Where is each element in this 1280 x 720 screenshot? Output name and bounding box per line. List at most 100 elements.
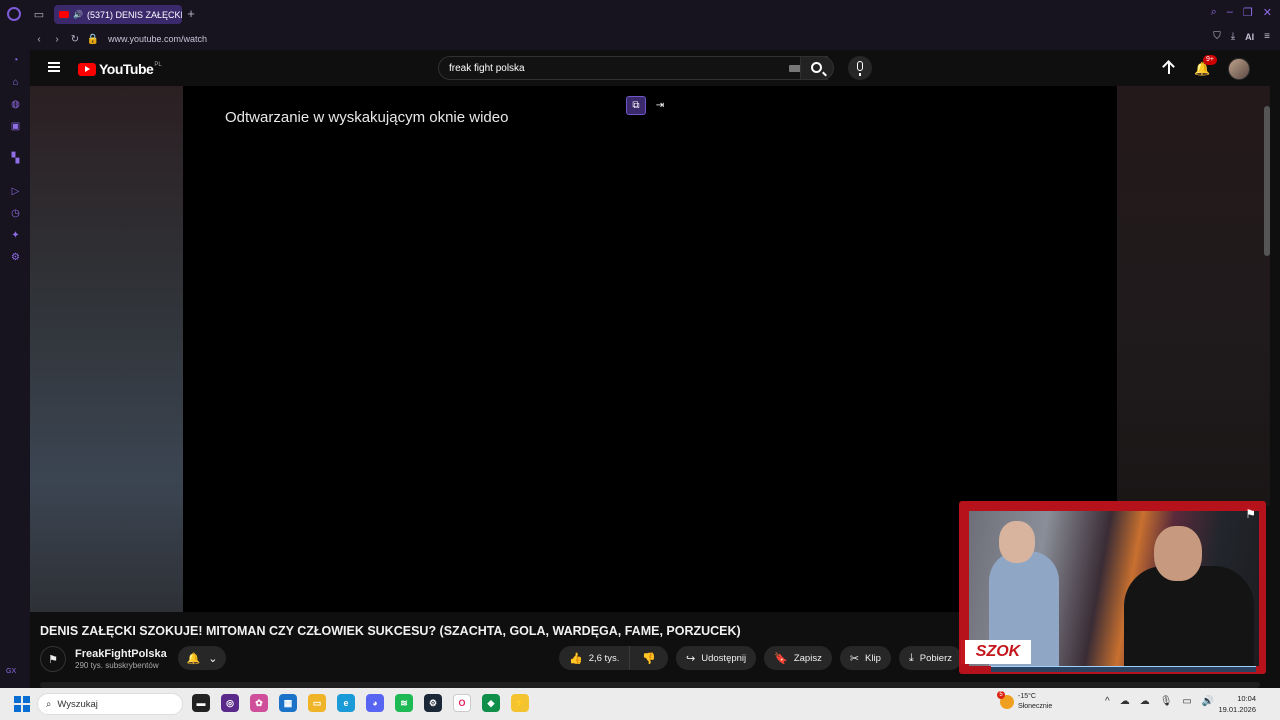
person-left-head [999,521,1035,563]
player-icon[interactable]: ▷ [10,186,21,197]
bell-icon: 🔔 [186,652,201,665]
app-green-icon[interactable]: ◆ [482,694,500,712]
save-button[interactable]: 🔖 Zapisz [764,646,832,670]
extensions-icon[interactable]: ✦ [10,230,21,241]
instagram-icon[interactable]: ◎ [221,694,239,712]
pip-mini-player[interactable]: ⚑ SZOK [959,501,1266,674]
windows-taskbar: ⌕ Wyszukaj ▬ ◎ ✿ ▦ ▭ e ◕ ≋ ⚙ O ◆ ⚡ 5 -15… [0,688,1280,720]
file-explorer-icon[interactable]: ▭ [308,694,326,712]
pip-return-icon[interactable]: ⇥ [650,96,670,115]
person-right-head [1154,526,1202,581]
like-dislike-group: 👍 2,6 tys. 👎 [559,646,669,670]
youtube-wordmark: YouTube [99,61,154,77]
speaker-icon[interactable]: 🔊 [73,10,83,19]
weather-widget[interactable]: 5 -15°C Słonecznie [997,691,1052,712]
weather-temp: -15°C [1018,693,1036,700]
lock-icon[interactable]: 🔒 [84,34,102,45]
download-icon[interactable]: ⤓ [1231,31,1235,42]
overlay-caption: SZOK [961,640,1031,664]
browser-tab-bar: ▭ 🔊 (5371) DENIS ZAŁĘCKI + ⌕ – ❐ ✕ [0,0,1280,28]
browser-tab-active[interactable]: 🔊 (5371) DENIS ZAŁĘCKI [54,5,182,24]
url-field[interactable]: www.youtube.com/watch [108,34,207,44]
search-tabs-icon[interactable]: ⌕ [1211,6,1217,19]
download-button[interactable]: ⤓ Pobierz [898,646,962,670]
opera-logo-icon[interactable] [0,0,28,28]
search-button[interactable] [800,56,834,80]
download-label: Pobierz [919,652,952,664]
video-title: DENIS ZAŁĘCKI SZOKUJE! MITOMAN CZY CZŁOW… [40,624,741,638]
address-bar-actions: ⛉ ⤓ AI ≡ [1213,31,1270,42]
thumbs-up-icon: 👍 [569,652,583,665]
microphone-tray-icon[interactable]: 🎙 [1160,696,1173,707]
discord-icon[interactable]: ◕ [366,694,384,712]
close-window-button[interactable]: ✕ [1263,6,1272,19]
new-tab-button[interactable]: + [184,6,198,22]
copilot-icon[interactable]: ✿ [250,694,268,712]
channel-avatar[interactable]: ⚑ [40,646,66,672]
channel-name[interactable]: FreakFightPolska [75,648,167,660]
clip-label: Klip [865,652,881,664]
task-view-icon[interactable]: ▬ [192,694,210,712]
forward-icon[interactable]: › [48,34,66,45]
network-icon[interactable]: ▭ [1182,696,1191,707]
player-message: Odtwarzanie w wyskakującym oknie wideo [225,109,509,126]
page-scrollbar[interactable] [1264,106,1270,256]
chevron-down-icon: ⌄ [208,652,218,665]
onedrive-icon[interactable]: ☁ [1120,696,1130,707]
steam-icon[interactable]: ⚙ [424,694,442,712]
youtube-logo[interactable]: YouTube PL [78,61,162,77]
upload-icon[interactable] [1162,61,1176,77]
menu-icon[interactable]: ≡ [1264,31,1270,42]
tab-title: (5371) DENIS ZAŁĘCKI [86,9,182,20]
channel-watermark-icon: ⚑ [1245,507,1256,521]
weather-badge: 5 [997,691,1005,699]
ai-button[interactable]: AI [1245,32,1254,42]
microphone-icon [857,61,863,76]
like-button[interactable]: 👍 2,6 tys. [559,646,631,670]
account-avatar[interactable] [1228,58,1250,80]
cloud-icon[interactable]: ☁ [1140,696,1150,707]
minimize-button[interactable]: – [1227,6,1233,19]
maximize-button[interactable]: ❐ [1243,6,1253,19]
vpn-icon[interactable]: ⛉ [1213,31,1221,42]
opera-gx-icon[interactable]: O [453,694,471,712]
volume-icon[interactable]: 🔊 [1202,696,1214,707]
history-icon[interactable]: ◷ [10,208,21,219]
search-input[interactable]: freak fight polska ✕ [438,56,828,80]
music-icon[interactable]: ▣ [10,121,21,132]
start-button[interactable] [11,693,33,715]
edge-icon[interactable]: e [337,694,355,712]
search-icon: ⌕ [46,698,52,710]
app-yellow-icon[interactable]: ⚡ [511,694,529,712]
taskbar-search-placeholder: Wyszukaj [57,698,98,710]
dislike-button[interactable]: 👎 [630,646,669,670]
store-icon[interactable]: ▦ [279,694,297,712]
gx-corner-icon[interactable]: ⌂ [10,77,21,88]
messenger-icon[interactable]: ◍ [10,99,21,110]
twitch-icon[interactable]: ▚ [10,153,21,164]
taskbar-search[interactable]: ⌕ Wyszukaj [37,693,183,715]
screen: ▭ 🔊 (5371) DENIS ZAŁĘCKI + ⌕ – ❐ ✕ ‹ › ↻… [0,0,1280,720]
youtube-header: YouTube PL freak fight polska ✕ 🔔9+ [30,50,1270,86]
address-bar: ‹ › ↻ 🔒 www.youtube.com/watch ⛉ ⤓ AI ≡ [0,28,1280,50]
notifications-bell-icon[interactable]: 🔔 9+ [1194,55,1217,77]
settings-icon[interactable]: ⚙ [10,252,21,263]
guide-menu-icon[interactable] [48,62,60,72]
tab-island-icon[interactable]: ▭ [28,0,50,28]
voice-search-button[interactable] [848,56,872,80]
share-button[interactable]: ↪ Udostępnij [676,646,757,670]
clip-button[interactable]: ✂ Klip [839,646,891,670]
video-actions: 👍 2,6 tys. 👎 ↪ Udostępnij 🔖 Zapisz ✂ Kli… [559,646,962,670]
tray-chevron-icon[interactable]: ^ [1105,696,1110,707]
pip-toggle-icon[interactable]: ⧉ [626,96,646,115]
country-code: PL [154,62,162,68]
subscription-bell-button[interactable]: 🔔 ⌄ [178,646,226,670]
spotify-icon[interactable]: ≋ [395,694,413,712]
gx-label[interactable]: GX [6,662,16,682]
gx-control-icon[interactable]: ◔ [10,55,21,66]
thumbs-down-icon: 👎 [642,652,657,665]
back-icon[interactable]: ‹ [30,34,48,45]
reload-icon[interactable]: ↻ [66,34,84,45]
taskbar-clock[interactable]: 10:04 19.01.2026 [1218,693,1256,715]
ambient-glow-left [30,86,183,612]
